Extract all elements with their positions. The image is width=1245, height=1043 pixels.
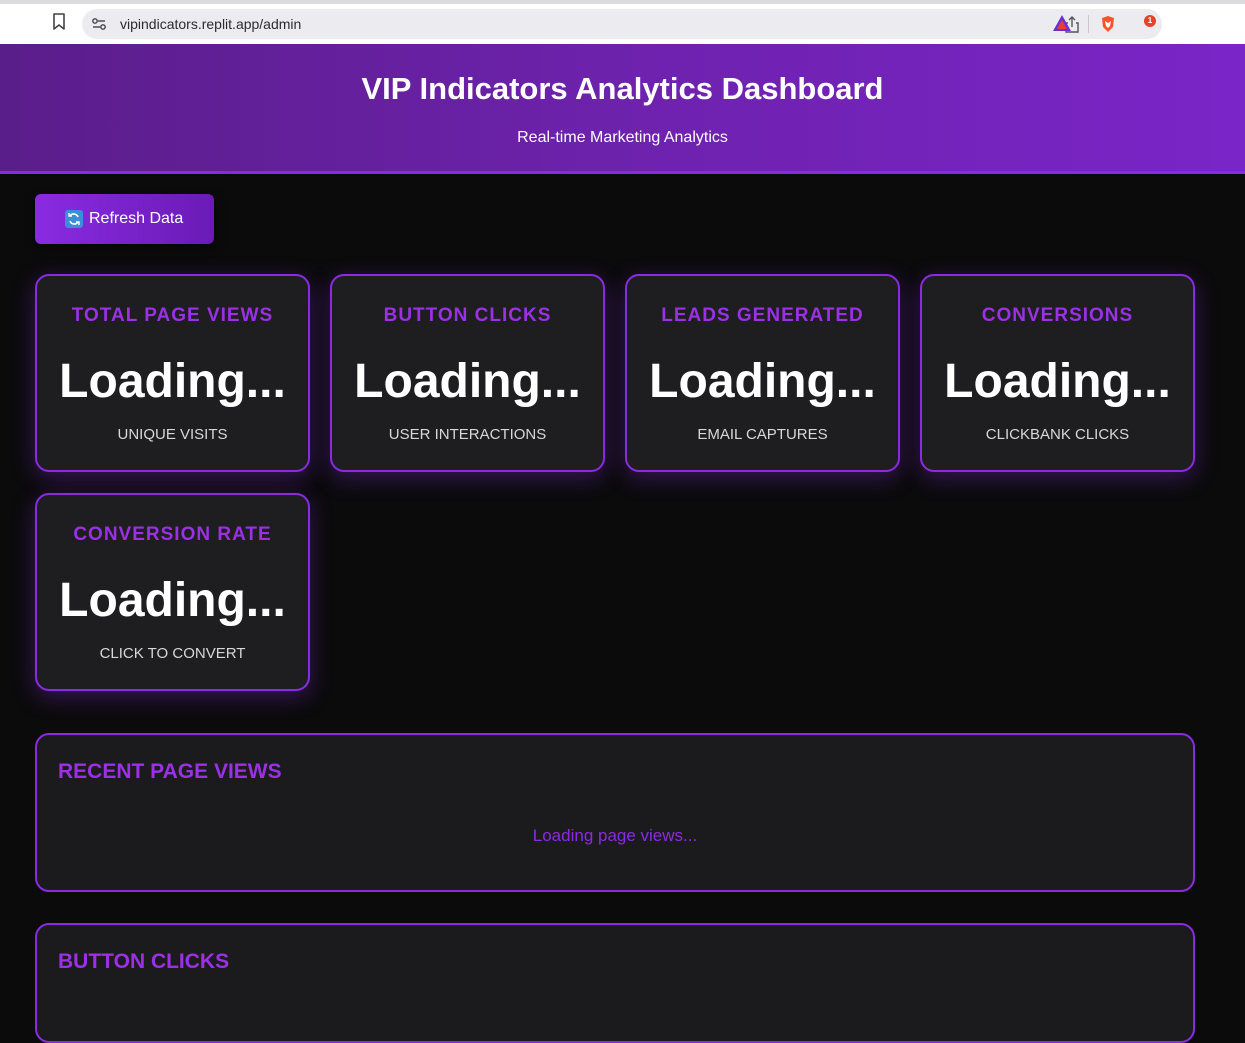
stat-card-conversions: CONVERSIONS Loading... CLICKBANK CLICKS bbox=[920, 274, 1195, 472]
refresh-data-button[interactable]: Refresh Data bbox=[35, 194, 214, 244]
page-subtitle: Real-time Marketing Analytics bbox=[517, 129, 728, 146]
address-bar[interactable]: vipindicators.replit.app/admin 1 bbox=[82, 9, 1162, 39]
stat-description: CLICKBANK CLICKS bbox=[985, 426, 1130, 443]
stat-card-total-page-views: TOTAL PAGE VIEWS Loading... UNIQUE VISIT… bbox=[35, 274, 310, 472]
stat-value: Loading... bbox=[649, 355, 876, 408]
stat-value: Loading... bbox=[354, 355, 581, 408]
stat-label: BUTTON CLICKS bbox=[383, 305, 552, 326]
stat-label: TOTAL PAGE VIEWS bbox=[71, 305, 274, 326]
dashboard-header: VIP Indicators Analytics Dashboard Real-… bbox=[0, 44, 1245, 174]
page-title: VIP Indicators Analytics Dashboard bbox=[361, 71, 884, 106]
stat-card-leads-generated: LEADS GENERATED Loading... EMAIL CAPTURE… bbox=[625, 274, 900, 472]
refresh-icon bbox=[65, 210, 83, 228]
stat-value: Loading... bbox=[944, 355, 1171, 408]
stat-value: Loading... bbox=[59, 574, 286, 627]
site-settings-icon[interactable] bbox=[90, 15, 108, 33]
stat-label: CONVERSION RATE bbox=[73, 524, 272, 545]
stat-label: CONVERSIONS bbox=[981, 305, 1134, 326]
brave-rewards-icon[interactable] bbox=[1052, 14, 1074, 34]
toolbar-divider bbox=[1088, 15, 1089, 33]
stat-value: Loading... bbox=[59, 355, 286, 408]
stat-description: UNIQUE VISITS bbox=[117, 426, 228, 443]
recent-page-views-section: RECENT PAGE VIEWS Loading page views... bbox=[35, 733, 1195, 892]
stat-description: EMAIL CAPTURES bbox=[697, 426, 828, 443]
brave-shields-icon[interactable] bbox=[1098, 14, 1118, 34]
stat-description: USER INTERACTIONS bbox=[388, 426, 547, 443]
bookmark-icon[interactable] bbox=[50, 12, 68, 32]
stat-label: LEADS GENERATED bbox=[661, 305, 864, 326]
button-clicks-section: BUTTON CLICKS bbox=[35, 923, 1195, 1043]
stat-card-conversion-rate: CONVERSION RATE Loading... CLICK TO CONV… bbox=[35, 493, 310, 691]
rewards-badge: 1 bbox=[1144, 15, 1156, 27]
stat-card-button-clicks: BUTTON CLICKS Loading... USER INTERACTIO… bbox=[330, 274, 605, 472]
url-text[interactable]: vipindicators.replit.app/admin bbox=[120, 16, 301, 32]
section-title: RECENT PAGE VIEWS bbox=[58, 760, 282, 783]
section-title: BUTTON CLICKS bbox=[58, 950, 230, 973]
refresh-label: Refresh Data bbox=[89, 210, 184, 227]
stat-description: CLICK TO CONVERT bbox=[99, 645, 246, 662]
browser-toolbar: vipindicators.replit.app/admin 1 bbox=[0, 0, 1245, 44]
loading-message: Loading page views... bbox=[532, 826, 698, 845]
